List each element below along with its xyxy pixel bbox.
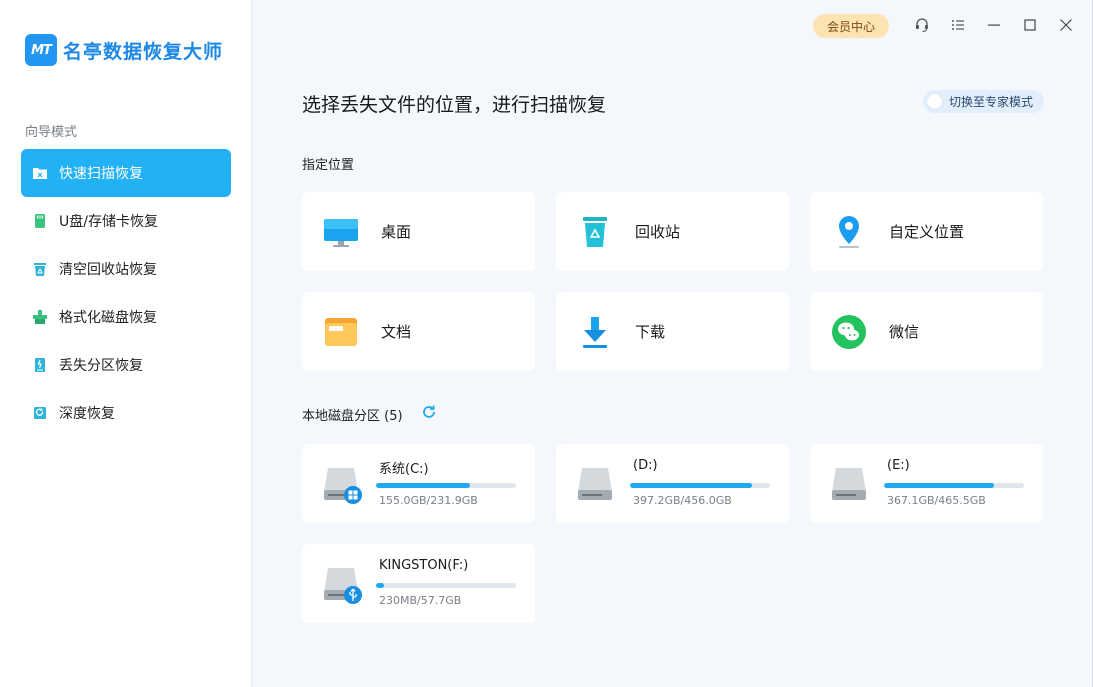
disk-card-e[interactable]: (E:) 367.1GB/465.5GB [810,444,1043,523]
page-title: 选择丢失文件的位置，进行扫描恢复 [302,94,607,116]
disk-usage-fill [376,483,470,488]
hard-disk-icon [576,464,616,504]
toggle-knob [927,94,942,109]
recycle-bin-icon [577,214,613,250]
expert-mode-toggle[interactable]: 切换至专家模式 [923,90,1044,113]
location-card-documents[interactable]: 文档 [302,292,535,371]
minimize-icon[interactable] [986,17,1002,33]
disk-name: 系统(C:) [379,462,429,477]
location-label: 桌面 [381,223,412,241]
brand: MT 名亭数据恢复大师 [25,34,223,66]
location-pin-icon [831,214,867,250]
location-card-desktop[interactable]: 桌面 [302,192,535,271]
sidebar-item-label: 丢失分区恢复 [59,358,143,374]
app-name: 名亭数据恢复大师 [63,40,224,63]
location-card-wechat[interactable]: 微信 [810,292,1043,371]
hard-disk-icon [322,464,362,504]
disk-card-f[interactable]: KINGSTON(F:) 230MB/57.7GB [302,544,535,623]
format-disk-icon [32,309,48,325]
disk-card-d[interactable]: (D:) 397.2GB/456.0GB [556,444,789,523]
disk-size: 230MB/57.7GB [379,594,462,607]
deep-recovery-icon [32,405,48,421]
disk-card-c[interactable]: 系统(C:) 155.0GB/231.9GB [302,444,535,523]
disk-usage-bar [630,483,770,488]
disk-usage-bar [376,483,516,488]
disk-usage-bar [376,583,516,588]
disk-name: KINGSTON(F:) [379,558,469,573]
disk-name: (E:) [887,458,910,473]
locations-label: 指定位置 [302,158,355,173]
sidebar-item-usb-card[interactable]: U盘/存储卡恢复 [21,197,231,245]
sidebar-item-quick-scan[interactable]: 快速扫描恢复 [21,149,231,197]
download-arrow-icon [577,314,613,350]
sidebar-item-format-disk[interactable]: 格式化磁盘恢复 [21,293,231,341]
location-label: 自定义位置 [889,223,965,241]
location-card-custom[interactable]: 自定义位置 [810,192,1043,271]
sidebar-nav: 快速扫描恢复 U盘/存储卡恢复 清空回收站恢复 格式化磁盘恢复 丢失分区恢复 深… [21,149,231,437]
sidebar-item-lost-partition[interactable]: 丢失分区恢复 [21,341,231,389]
quick-scan-folder-icon [32,165,48,181]
desktop-monitor-icon [323,214,359,250]
sidebar-item-label: 快速扫描恢复 [59,166,143,182]
usb-disk-icon [322,564,362,604]
disk-usage-bar [884,483,1024,488]
app-logo-text: MT [31,42,52,58]
location-label: 下载 [635,323,666,341]
sidebar: MT 名亭数据恢复大师 向导模式 快速扫描恢复 U盘/存储卡恢复 清空回收站恢复 [0,0,252,687]
app-logo: MT [25,34,57,66]
sidebar-item-label: U盘/存储卡恢复 [59,214,158,230]
disk-usage-fill [630,483,752,488]
local-disks-label: 本地磁盘分区 (5) [302,409,403,424]
disk-name: (D:) [633,458,658,473]
menu-icon[interactable] [950,17,966,33]
disk-usage-fill [376,583,385,588]
location-label: 微信 [889,323,920,341]
maximize-icon[interactable] [1022,17,1038,33]
sidebar-item-label: 深度恢复 [59,406,115,422]
location-card-recycle-bin[interactable]: 回收站 [556,192,789,271]
disk-usage-fill [884,483,995,488]
vip-center-button[interactable]: 会员中心 [813,14,889,38]
refresh-icon[interactable] [421,404,437,420]
main-panel: 会员中心 选择丢失文件的位置，进行扫描恢复 切换至专家模式 指定位置 桌面 回收… [252,0,1093,687]
wizard-mode-label: 向导模式 [25,125,78,140]
headset-icon[interactable] [914,17,930,33]
close-icon[interactable] [1058,17,1074,33]
hard-disk-icon [830,464,870,504]
usb-card-icon [32,213,48,229]
wechat-icon [831,314,867,350]
disk-size: 397.2GB/456.0GB [633,494,732,507]
lost-partition-icon [32,357,48,373]
sidebar-item-recycle-bin[interactable]: 清空回收站恢复 [21,245,231,293]
disk-size: 367.1GB/465.5GB [887,494,986,507]
disk-size: 155.0GB/231.9GB [379,494,478,507]
sidebar-item-label: 清空回收站恢复 [59,262,157,278]
location-label: 文档 [381,323,412,341]
documents-folder-icon [323,314,359,350]
recycle-bin-icon [32,261,48,277]
expert-mode-label: 切换至专家模式 [949,95,1034,109]
sidebar-item-label: 格式化磁盘恢复 [59,310,157,326]
sidebar-item-deep-recovery[interactable]: 深度恢复 [21,389,231,437]
location-card-downloads[interactable]: 下载 [556,292,789,371]
location-label: 回收站 [635,223,681,241]
